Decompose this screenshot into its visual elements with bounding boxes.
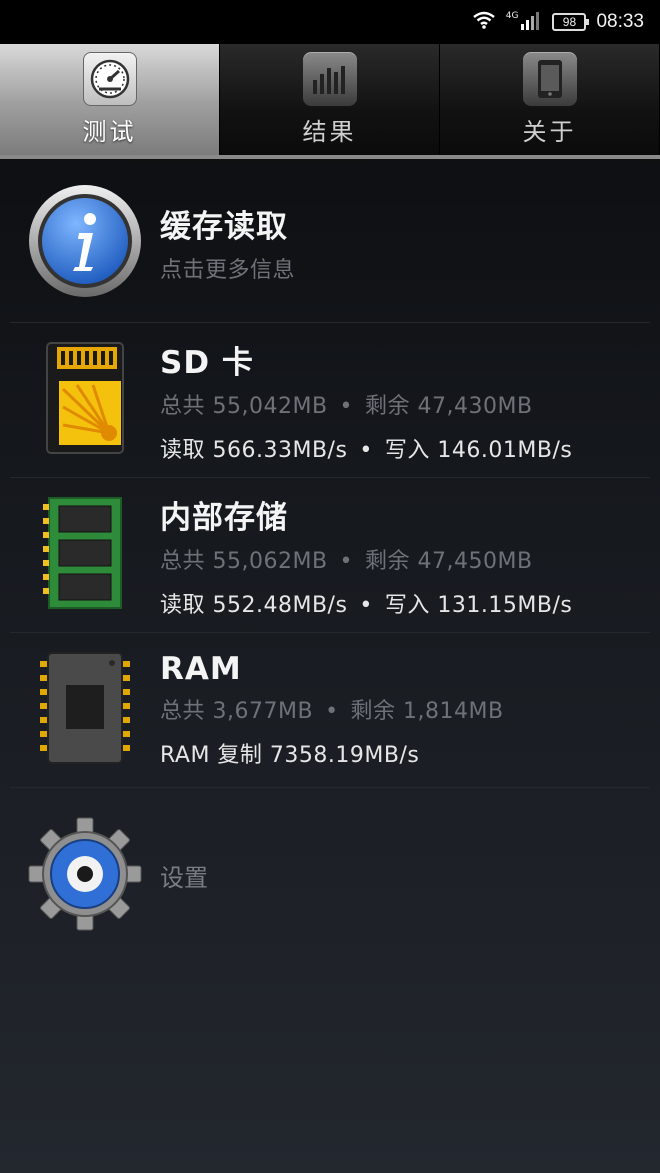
sd-card-icon [43, 339, 127, 461]
status-time: 08:33 [596, 11, 644, 32]
benchmark-list: 缓存读取 点击更多信息 SD 卡 总共 55,042MB • 剩余 47,430… [0, 163, 660, 963]
separator-dot: • [325, 699, 339, 724]
sd-card-speed: 读取 566.33MB/s • 写入 146.01MB/s [160, 432, 650, 464]
separator-dot: • [359, 592, 373, 618]
speedometer-icon [82, 52, 137, 106]
bar-chart-icon [302, 52, 357, 106]
info-icon [27, 183, 143, 303]
internal-write-speed: 写入 131.15MB/s [384, 592, 573, 618]
sd-card-title: SD 卡 [160, 344, 254, 381]
settings-label: 设置 [160, 864, 208, 892]
internal-storage-speed: 读取 552.48MB/s • 写入 131.15MB/s [160, 587, 650, 619]
ram-copy-speed: RAM 复制 7358.19MB/s [160, 743, 420, 768]
tab-results[interactable]: 结果 [220, 44, 440, 155]
separator-dot: • [359, 437, 373, 463]
internal-storage-capacity: 总共 55,062MB • 剩余 47,450MB [160, 543, 650, 575]
internal-storage-title: 内部存储 [160, 499, 288, 536]
sd-read-speed: 读取 566.33MB/s [160, 437, 348, 463]
sd-card-item[interactable]: SD 卡 总共 55,042MB • 剩余 47,430MB 读取 566.33MB… [10, 323, 650, 478]
internal-read-speed: 读取 552.48MB/s [160, 592, 348, 618]
cache-read-title: 缓存读取 [160, 209, 288, 245]
settings-item[interactable]: 设置 [10, 788, 650, 963]
tab-label: 结果 [302, 118, 357, 146]
ram-capacity: 总共 3,677MB • 剩余 1,814MB [160, 693, 650, 725]
sd-write-speed: 写入 146.01MB/s [384, 437, 573, 463]
internal-storage-item[interactable]: 内部存储 总共 55,062MB • 剩余 47,450MB 读取 552.48MB… [10, 478, 650, 633]
sd-total: 总共 55,042MB [160, 393, 328, 419]
separator-dot: • [339, 393, 354, 419]
sd-free: 剩余 47,430MB [365, 393, 533, 419]
sd-card-capacity: 总共 55,042MB • 剩余 47,430MB [160, 388, 650, 420]
ram-free: 剩余 1,814MB [350, 699, 504, 724]
ram-title: RAM [160, 651, 242, 687]
network-type: 4G [505, 11, 519, 21]
tab-label: 测试 [82, 118, 137, 146]
separator-dot: • [339, 548, 354, 574]
status-bar: 4G 98 08:33 [0, 0, 660, 44]
cache-read-item[interactable]: 缓存读取 点击更多信息 [10, 163, 650, 323]
tab-bar: 测试 结果 关于 [0, 44, 660, 159]
ram-total: 总共 3,677MB [160, 699, 314, 724]
tab-about[interactable]: 关于 [440, 44, 660, 155]
gear-icon [27, 816, 143, 936]
internal-total: 总共 55,062MB [160, 548, 328, 574]
chip-icon [40, 649, 130, 771]
tab-label: 关于 [522, 118, 577, 146]
phone-icon [522, 52, 577, 106]
cache-read-subtitle: 点击更多信息 [160, 258, 296, 283]
signal-icon [520, 10, 542, 34]
tab-test[interactable]: 测试 [0, 44, 220, 155]
wifi-icon [472, 11, 496, 33]
internal-free: 剩余 47,450MB [365, 548, 533, 574]
battery-indicator: 98 [552, 13, 590, 31]
ram-item[interactable]: RAM 总共 3,677MB • 剩余 1,814MB RAM 复制 7358.19… [10, 633, 650, 788]
memory-board-icon [43, 494, 127, 616]
